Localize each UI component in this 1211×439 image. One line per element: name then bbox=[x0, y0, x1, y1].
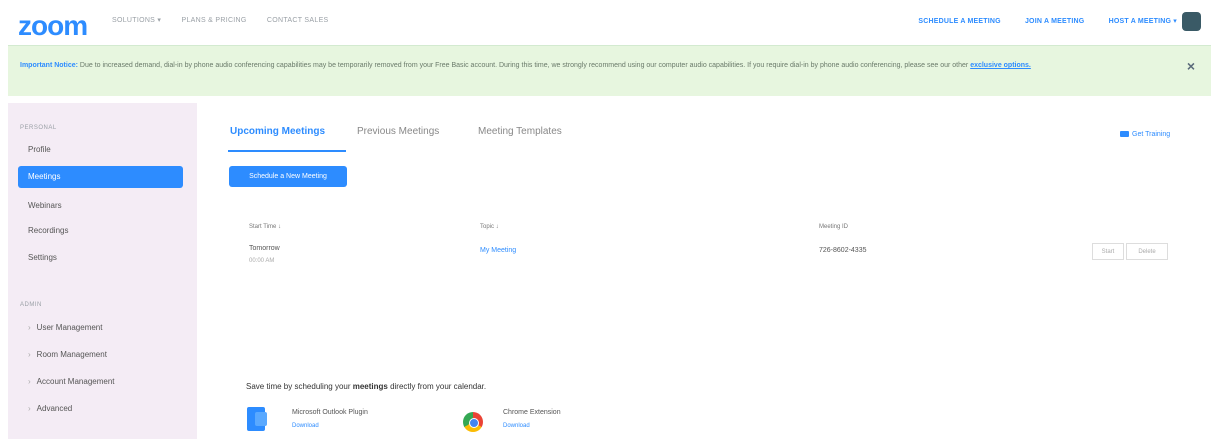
promo-text-post: directly from your calendar. bbox=[387, 382, 487, 391]
tab-upcoming-meetings[interactable]: Upcoming Meetings bbox=[230, 126, 325, 137]
chrome-extension-name: Chrome Extension bbox=[503, 409, 561, 416]
sidebar-item-meetings[interactable]: Meetings bbox=[18, 166, 183, 188]
sidebar-item-user-management[interactable]: › User Management bbox=[18, 317, 183, 339]
sidebar-item-label: Account Management bbox=[36, 377, 115, 386]
avatar[interactable] bbox=[1182, 12, 1201, 31]
video-icon bbox=[1120, 131, 1129, 138]
chrome-icon bbox=[463, 412, 483, 432]
start-button[interactable]: Start bbox=[1092, 243, 1124, 260]
chevron-right-icon: › bbox=[28, 404, 31, 413]
schedule-new-meeting-button[interactable]: Schedule a New Meeting bbox=[229, 166, 347, 187]
column-header-topic[interactable]: Topic ↓ bbox=[480, 224, 499, 230]
chevron-right-icon: › bbox=[28, 350, 31, 359]
promo-text-bold: meetings bbox=[352, 382, 388, 391]
active-tab-indicator bbox=[228, 150, 346, 152]
chrome-download-link[interactable]: Download bbox=[503, 423, 530, 429]
tab-previous-meetings[interactable]: Previous Meetings bbox=[357, 126, 439, 137]
sidebar: PERSONAL Profile Meetings Webinars Recor… bbox=[8, 103, 197, 439]
get-training-label: Get Training bbox=[1132, 131, 1171, 138]
delete-button[interactable]: Delete bbox=[1126, 243, 1168, 260]
sidebar-item-room-management[interactable]: › Room Management bbox=[18, 344, 183, 366]
sidebar-item-label: Advanced bbox=[36, 404, 73, 413]
sidebar-item-advanced[interactable]: › Advanced bbox=[18, 398, 183, 420]
nav-contact-sales[interactable]: CONTACT SALES bbox=[267, 17, 329, 24]
get-training-link[interactable]: Get Training bbox=[1120, 131, 1170, 138]
notice-text: Important Notice: Due to increased deman… bbox=[20, 60, 1180, 71]
close-icon[interactable]: × bbox=[1187, 58, 1195, 74]
chevron-right-icon: › bbox=[28, 323, 31, 332]
right-nav: SCHEDULE A MEETING JOIN A MEETING HOST A… bbox=[896, 17, 1177, 25]
outlook-plugin-name: Microsoft Outlook Plugin bbox=[292, 409, 368, 416]
sidebar-item-webinars[interactable]: Webinars bbox=[18, 195, 183, 217]
sidebar-item-label: User Management bbox=[36, 323, 103, 332]
outlook-download-link[interactable]: Download bbox=[292, 423, 319, 429]
host-meeting-link[interactable]: HOST A MEETING ▾ bbox=[1109, 18, 1177, 25]
notice-body: Due to increased demand, dial-in by phon… bbox=[79, 62, 969, 69]
sidebar-item-account-management[interactable]: › Account Management bbox=[18, 371, 183, 393]
notice-title: Important Notice: bbox=[20, 62, 78, 69]
top-nav: SOLUTIONS ▾ PLANS & PRICING CONTACT SALE… bbox=[112, 16, 347, 24]
column-header-meeting-id: Meeting ID bbox=[819, 224, 849, 230]
top-header: zoom SOLUTIONS ▾ PLANS & PRICING CONTACT… bbox=[0, 0, 1211, 44]
notice-banner: Important Notice: Due to increased deman… bbox=[8, 45, 1211, 96]
meeting-day: Tomorrow bbox=[249, 245, 280, 252]
sidebar-item-label: Room Management bbox=[36, 350, 107, 359]
sidebar-section-personal: PERSONAL bbox=[20, 125, 57, 131]
meeting-id: 726-8602-4335 bbox=[819, 247, 867, 254]
tab-meeting-templates[interactable]: Meeting Templates bbox=[478, 126, 562, 137]
sidebar-item-settings[interactable]: Settings bbox=[18, 247, 183, 269]
meeting-topic-link[interactable]: My Meeting bbox=[480, 247, 516, 254]
nav-plans-pricing[interactable]: PLANS & PRICING bbox=[181, 17, 246, 24]
sidebar-section-admin: ADMIN bbox=[20, 302, 42, 308]
sidebar-item-recordings[interactable]: Recordings bbox=[18, 220, 183, 242]
nav-solutions[interactable]: SOLUTIONS ▾ bbox=[112, 17, 161, 24]
schedule-meeting-link[interactable]: SCHEDULE A MEETING bbox=[918, 18, 1000, 25]
column-header-start-time[interactable]: Start Time ↓ bbox=[249, 224, 281, 230]
zoom-logo[interactable]: zoom bbox=[18, 10, 88, 42]
meeting-time: 00:00 AM bbox=[249, 258, 275, 264]
notice-link[interactable]: exclusive options. bbox=[970, 62, 1031, 69]
join-meeting-link[interactable]: JOIN A MEETING bbox=[1025, 18, 1084, 25]
sidebar-item-profile[interactable]: Profile bbox=[18, 139, 183, 161]
outlook-icon bbox=[247, 407, 267, 431]
chevron-right-icon: › bbox=[28, 377, 31, 386]
promo-text-pre: Save time by scheduling your bbox=[246, 382, 353, 391]
calendar-promo-text: Save time by scheduling your meetings di… bbox=[246, 382, 486, 391]
